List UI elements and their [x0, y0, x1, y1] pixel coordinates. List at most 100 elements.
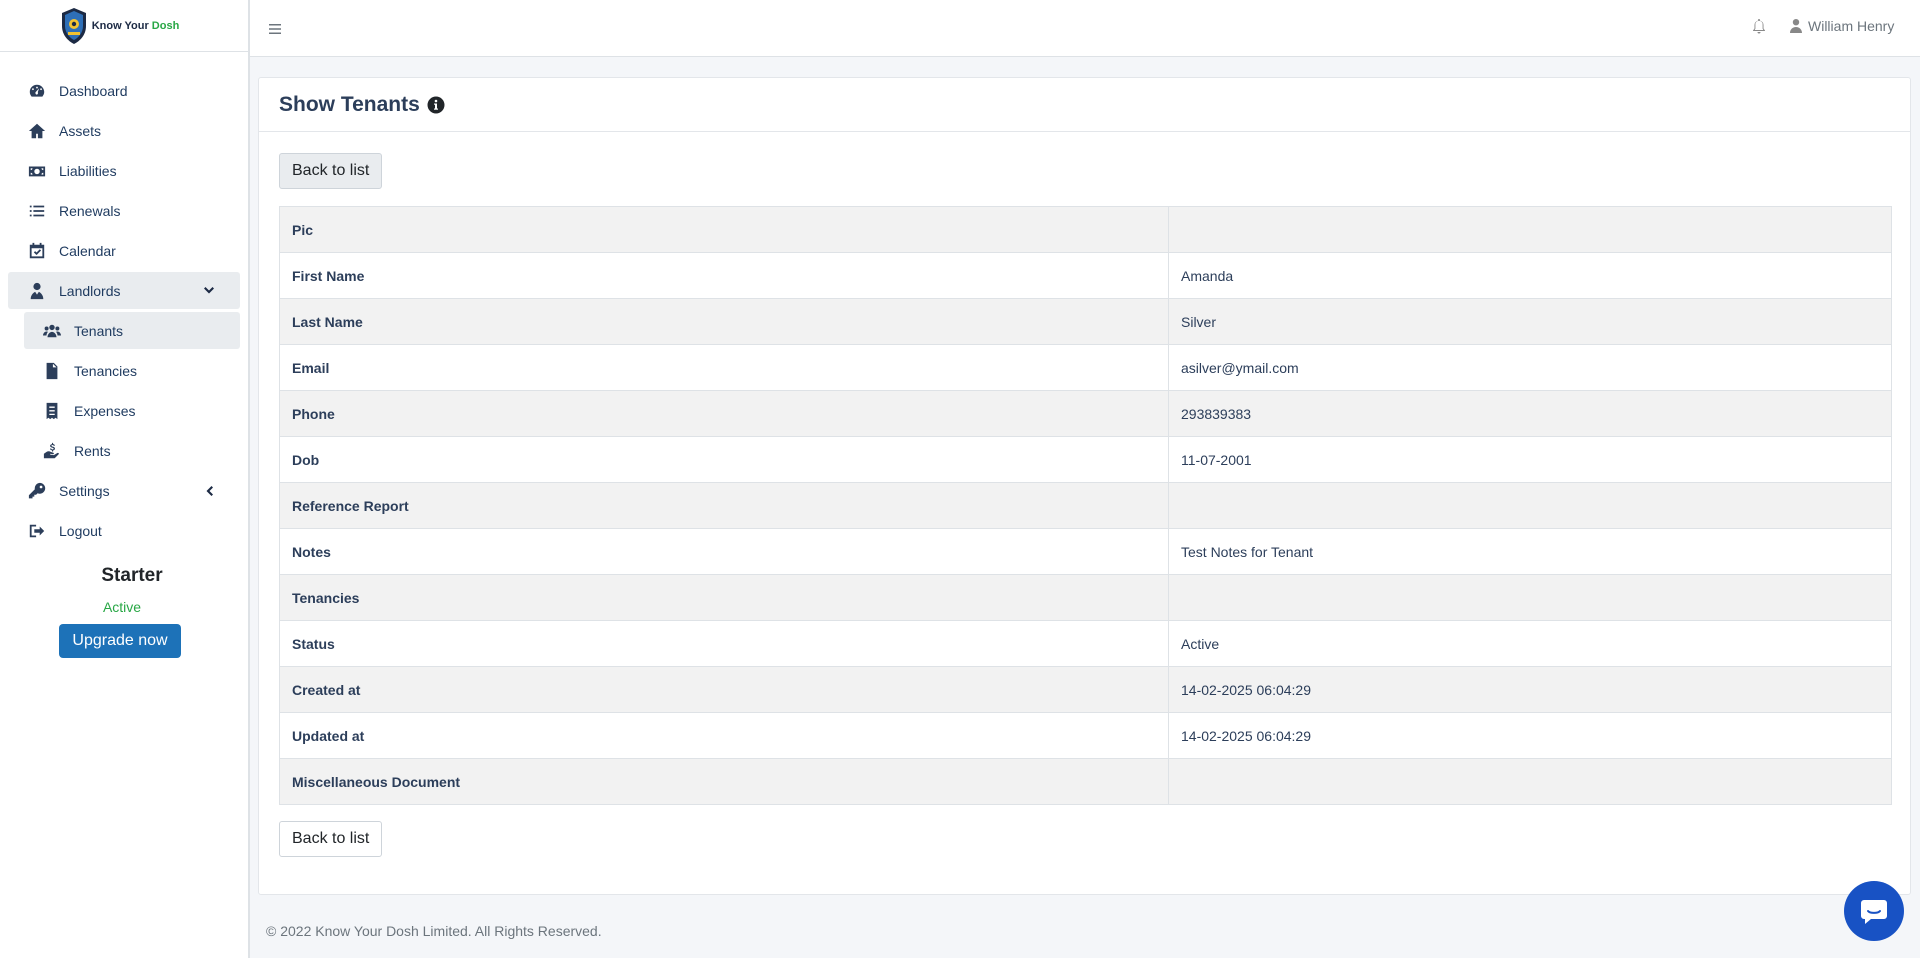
sidebar-item-label: Dashboard: [59, 82, 128, 99]
home-icon: [27, 121, 47, 141]
table-row: Last Name Silver: [279, 298, 1892, 345]
receipt-icon: [42, 401, 62, 421]
field-label: Reference Report: [279, 482, 1169, 529]
field-label: Updated at: [279, 712, 1169, 759]
field-value: [1168, 482, 1892, 529]
card-header: Show Tenants: [259, 78, 1910, 132]
back-to-list-button[interactable]: Back to list: [279, 821, 383, 857]
user-icon: [1790, 19, 1802, 33]
file-contract-icon: [42, 361, 62, 381]
info-circle-icon[interactable]: [427, 96, 445, 114]
sidebar-nav: Dashboard Assets Liabilities Renewals Ca…: [0, 52, 248, 549]
table-row: Notes Test Notes for Tenant: [279, 528, 1892, 575]
table-row: Pic: [279, 206, 1892, 253]
field-value: [1168, 206, 1892, 253]
field-label: Pic: [279, 206, 1169, 253]
landlords-submenu: Tenants Tenancies Expenses Rents: [0, 312, 248, 469]
money-bill-icon: [27, 161, 47, 181]
back-to-list-button[interactable]: Back to list: [279, 153, 383, 189]
field-value: 293839383: [1168, 390, 1892, 437]
field-value: Silver: [1168, 298, 1892, 345]
sidebar-item-liabilities[interactable]: Liabilities: [8, 152, 240, 189]
users-icon: [42, 321, 62, 341]
calendar-check-icon: [27, 241, 47, 261]
sidebar-item-label: Rents: [74, 442, 111, 459]
sidebar-item-assets[interactable]: Assets: [8, 112, 240, 149]
key-icon: [27, 481, 47, 501]
field-label: Email: [279, 344, 1169, 391]
field-value: asilver@ymail.com: [1168, 344, 1892, 391]
table-row: Email asilver@ymail.com: [279, 344, 1892, 391]
sidebar-item-label: Tenants: [74, 322, 124, 339]
field-label: Miscellaneous Document: [279, 758, 1169, 805]
sidebar-item-logout[interactable]: Logout: [8, 512, 240, 549]
sidebar-item-tenants[interactable]: Tenants: [24, 312, 240, 349]
field-label: Tenancies: [279, 574, 1169, 621]
field-label: First Name: [279, 252, 1169, 299]
field-label: Notes: [279, 528, 1169, 575]
sidebar-item-landlords[interactable]: Landlords: [8, 272, 240, 309]
plan-box: Starter Active Upgrade now: [0, 565, 250, 658]
sidebar-item-calendar[interactable]: Calendar: [8, 232, 240, 269]
upgrade-button[interactable]: Upgrade now: [59, 624, 181, 658]
brand[interactable]: Know Your Dosh: [0, 0, 248, 52]
sidebar-item-tenancies[interactable]: Tenancies: [24, 352, 240, 389]
field-value: Active: [1168, 620, 1892, 667]
list-icon: [27, 201, 47, 221]
table-row: First Name Amanda: [279, 252, 1892, 299]
field-value: Test Notes for Tenant: [1168, 528, 1892, 575]
table-row: Miscellaneous Document: [279, 758, 1892, 805]
user-tie-icon: [27, 281, 47, 301]
table-row: Phone 293839383: [279, 390, 1892, 437]
table-row: Dob 11-07-2001: [279, 436, 1892, 483]
sidebar-item-expenses[interactable]: Expenses: [24, 392, 240, 429]
field-value: 14-02-2025 06:04:29: [1168, 712, 1892, 759]
brand-name: Know Your Dosh: [91, 19, 180, 32]
field-value: Amanda: [1168, 252, 1892, 299]
sidebar-item-label: Settings: [59, 482, 110, 499]
user-name: William Henry: [1808, 18, 1895, 34]
sidebar-item-label: Calendar: [59, 242, 116, 259]
table-row: Tenancies: [279, 574, 1892, 621]
field-value: 14-02-2025 06:04:29: [1168, 666, 1892, 713]
field-label: Phone: [279, 390, 1169, 437]
sidebar-item-label: Liabilities: [59, 162, 117, 179]
chat-widget-button[interactable]: [1844, 881, 1904, 941]
plan-status: Active: [102, 599, 142, 615]
sign-out-icon: [27, 521, 47, 541]
sidebar-item-renewals[interactable]: Renewals: [8, 192, 240, 229]
chat-bubble-icon: [1861, 900, 1887, 924]
table-row: Reference Report: [279, 482, 1892, 529]
sidebar-item-label: Tenancies: [74, 362, 138, 379]
bell-icon[interactable]: [1752, 18, 1766, 34]
dashboard-icon: [27, 81, 47, 101]
tenant-details-table: Pic First Name Amanda Last Name Silver Email a…: [279, 206, 1892, 805]
user-menu[interactable]: William Henry: [1790, 18, 1894, 34]
chevron-down-icon: [202, 284, 216, 298]
footer-copyright: © 2022 Know Your Dosh Limited. All Right…: [266, 923, 602, 939]
sidebar-item-settings[interactable]: Settings: [8, 472, 240, 509]
sidebar-item-label: Assets: [59, 122, 102, 139]
sidebar-item-dashboard[interactable]: Dashboard: [8, 72, 240, 109]
sidebar: Know Your Dosh Dashboard Assets Liabilit…: [0, 0, 250, 958]
sidebar-item-label: Expenses: [74, 402, 136, 419]
field-value: [1168, 758, 1892, 805]
sidebar-item-label: Landlords: [59, 282, 121, 299]
field-label: Status: [279, 620, 1169, 667]
topbar: William Henry: [250, 0, 1920, 57]
plan-name: Starter: [101, 565, 163, 586]
brand-logo-icon: [61, 7, 86, 44]
sidebar-item-rents[interactable]: Rents: [24, 432, 240, 469]
field-label: Last Name: [279, 298, 1169, 345]
hamburger-menu-icon[interactable]: [268, 22, 282, 36]
table-row: Status Active: [279, 620, 1892, 667]
field-label: Dob: [279, 436, 1169, 483]
field-value: [1168, 574, 1892, 621]
sidebar-item-label: Renewals: [59, 202, 121, 219]
tenant-detail-card: Show Tenants Back to list Pic First Name A…: [258, 77, 1911, 895]
hand-holding-dollar-icon: [42, 441, 62, 461]
field-value: 11-07-2001: [1168, 436, 1892, 483]
sidebar-item-label: Logout: [59, 522, 102, 539]
table-row: Created at 14-02-2025 06:04:29: [279, 666, 1892, 713]
page-title: Show Tenants: [279, 92, 420, 116]
